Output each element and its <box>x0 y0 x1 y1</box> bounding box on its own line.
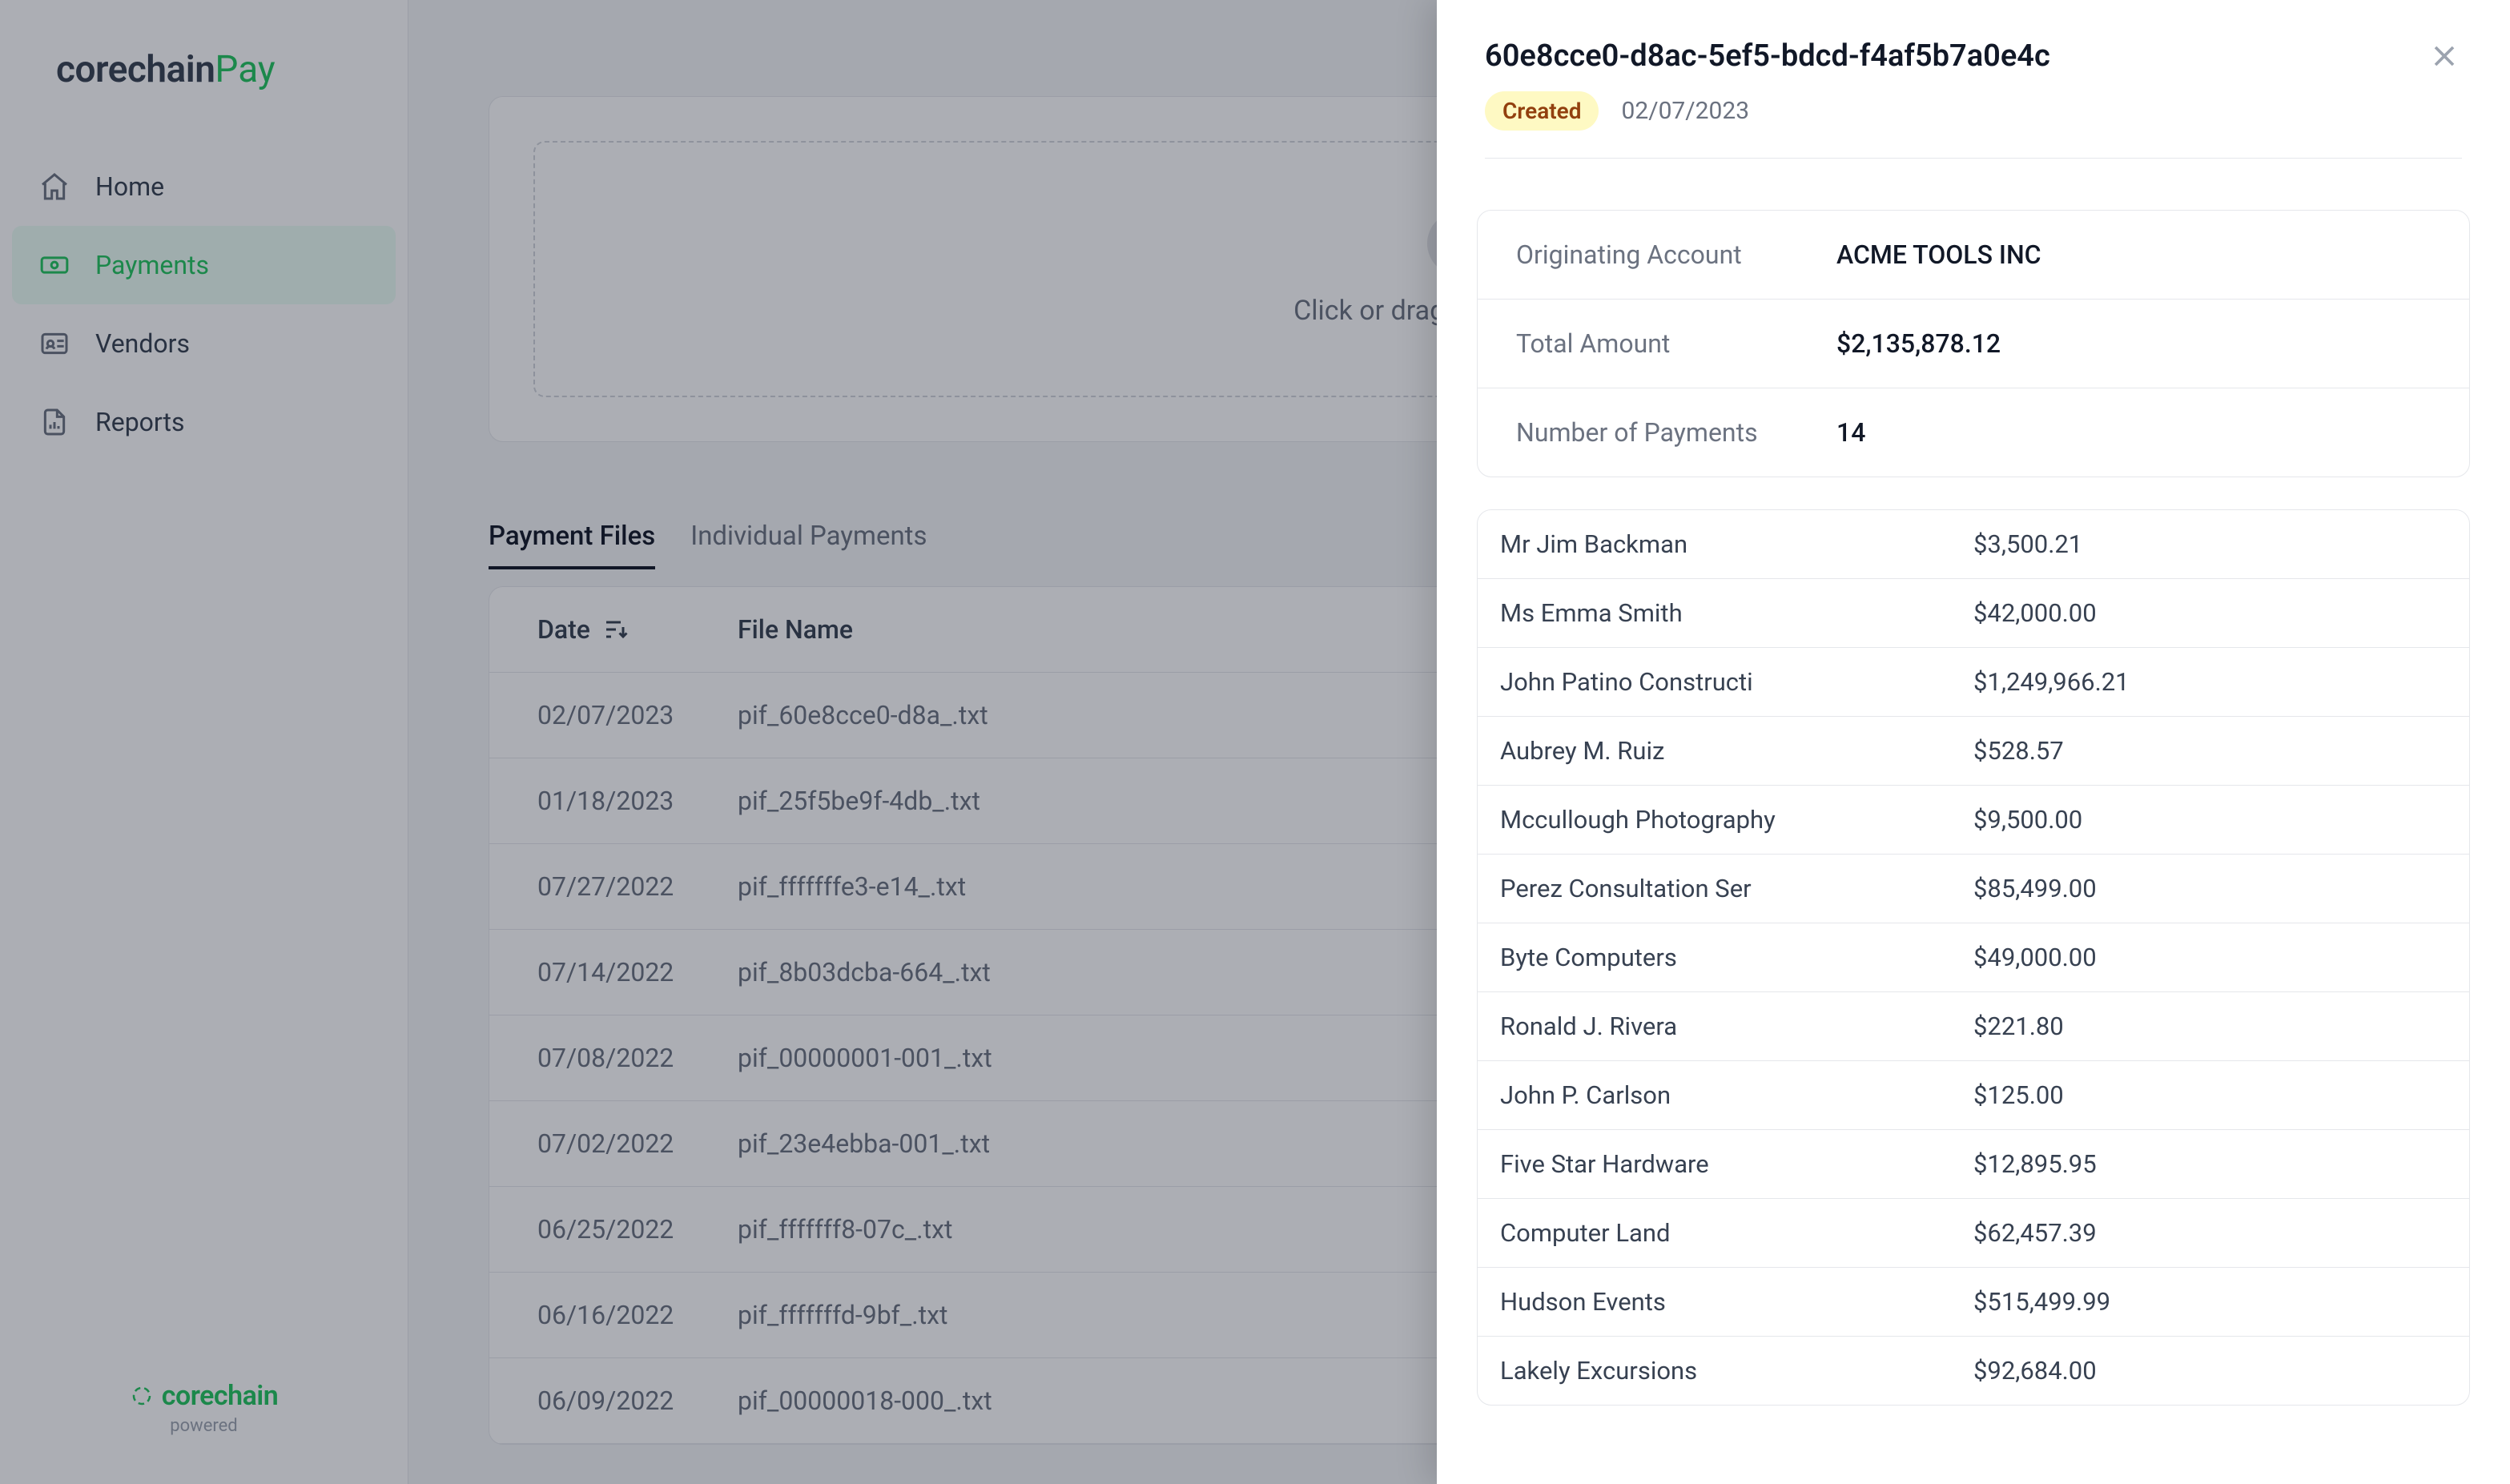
payment-name: Ms Emma Smith <box>1500 598 1973 628</box>
payment-row[interactable]: Perez Consultation Ser$85,499.00 <box>1478 855 2469 923</box>
payment-name: Lakely Excursions <box>1500 1356 1973 1385</box>
payment-amount: $92,684.00 <box>1973 1356 2447 1385</box>
payment-row[interactable]: Computer Land$62,457.39 <box>1478 1199 2469 1268</box>
payment-amount: $42,000.00 <box>1973 598 2447 628</box>
payment-amount: $528.57 <box>1973 736 2447 766</box>
payment-name: Ronald J. Rivera <box>1500 1011 1973 1041</box>
payment-name: John P. Carlson <box>1500 1080 1973 1110</box>
payment-row[interactable]: John Patino Constructi$1,249,966.21 <box>1478 648 2469 717</box>
panel-date: 02/07/2023 <box>1621 97 1749 125</box>
payment-amount: $3,500.21 <box>1973 529 2447 559</box>
panel-title: 60e8cce0-d8ac-5ef5-bdcd-f4af5b7a0e4c <box>1485 38 2050 74</box>
app-root: corechainPay Home Payments Vendors <box>0 0 2510 1484</box>
payment-name: Five Star Hardware <box>1500 1149 1973 1179</box>
close-button[interactable] <box>2427 38 2462 74</box>
divider <box>1485 158 2462 159</box>
payment-row[interactable]: Aubrey M. Ruiz$528.57 <box>1478 717 2469 786</box>
payment-amount: $85,499.00 <box>1973 874 2447 903</box>
total-amount-label: Total Amount <box>1516 328 1836 359</box>
payment-name: Mccullough Photography <box>1500 805 1973 834</box>
payment-name: Byte Computers <box>1500 943 1973 972</box>
total-amount-value: $2,135,878.12 <box>1836 328 2431 359</box>
detail-panel: 60e8cce0-d8ac-5ef5-bdcd-f4af5b7a0e4c Cre… <box>1437 0 2510 1484</box>
payment-row[interactable]: Mccullough Photography$9,500.00 <box>1478 786 2469 855</box>
payment-row[interactable]: Ms Emma Smith$42,000.00 <box>1478 579 2469 648</box>
payments-list: Mr Jim Backman$3,500.21Ms Emma Smith$42,… <box>1477 509 2470 1406</box>
info-card: Originating Account ACME TOOLS INC Total… <box>1477 210 2470 477</box>
originating-account-value: ACME TOOLS INC <box>1836 239 2431 270</box>
payment-name: Aubrey M. Ruiz <box>1500 736 1973 766</box>
payment-name: Perez Consultation Ser <box>1500 874 1973 903</box>
payment-row[interactable]: Ronald J. Rivera$221.80 <box>1478 992 2469 1061</box>
payment-amount: $221.80 <box>1973 1011 2447 1041</box>
payment-amount: $12,895.95 <box>1973 1149 2447 1179</box>
payment-row[interactable]: Hudson Events$515,499.99 <box>1478 1268 2469 1337</box>
payment-row[interactable]: Five Star Hardware$12,895.95 <box>1478 1130 2469 1199</box>
panel-body: Originating Account ACME TOOLS INC Total… <box>1437 186 2510 1438</box>
payment-row[interactable]: Mr Jim Backman$3,500.21 <box>1478 510 2469 579</box>
payment-name: John Patino Constructi <box>1500 667 1973 697</box>
payment-amount: $49,000.00 <box>1973 943 2447 972</box>
number-of-payments-label: Number of Payments <box>1516 417 1836 448</box>
status-badge: Created <box>1485 91 1599 131</box>
payment-name: Hudson Events <box>1500 1287 1973 1317</box>
originating-account-label: Originating Account <box>1516 239 1836 270</box>
payment-name: Computer Land <box>1500 1218 1973 1248</box>
payment-amount: $125.00 <box>1973 1080 2447 1110</box>
payment-amount: $9,500.00 <box>1973 805 2447 834</box>
payment-row[interactable]: Lakely Excursions$92,684.00 <box>1478 1337 2469 1405</box>
payment-name: Mr Jim Backman <box>1500 529 1973 559</box>
close-icon <box>2427 38 2462 74</box>
number-of-payments-value: 14 <box>1836 417 2431 448</box>
panel-header: 60e8cce0-d8ac-5ef5-bdcd-f4af5b7a0e4c Cre… <box>1437 0 2510 186</box>
payment-row[interactable]: Byte Computers$49,000.00 <box>1478 923 2469 992</box>
payment-amount: $62,457.39 <box>1973 1218 2447 1248</box>
payment-amount: $515,499.99 <box>1973 1287 2447 1317</box>
payment-row[interactable]: John P. Carlson$125.00 <box>1478 1061 2469 1130</box>
payment-amount: $1,249,966.21 <box>1973 667 2447 697</box>
